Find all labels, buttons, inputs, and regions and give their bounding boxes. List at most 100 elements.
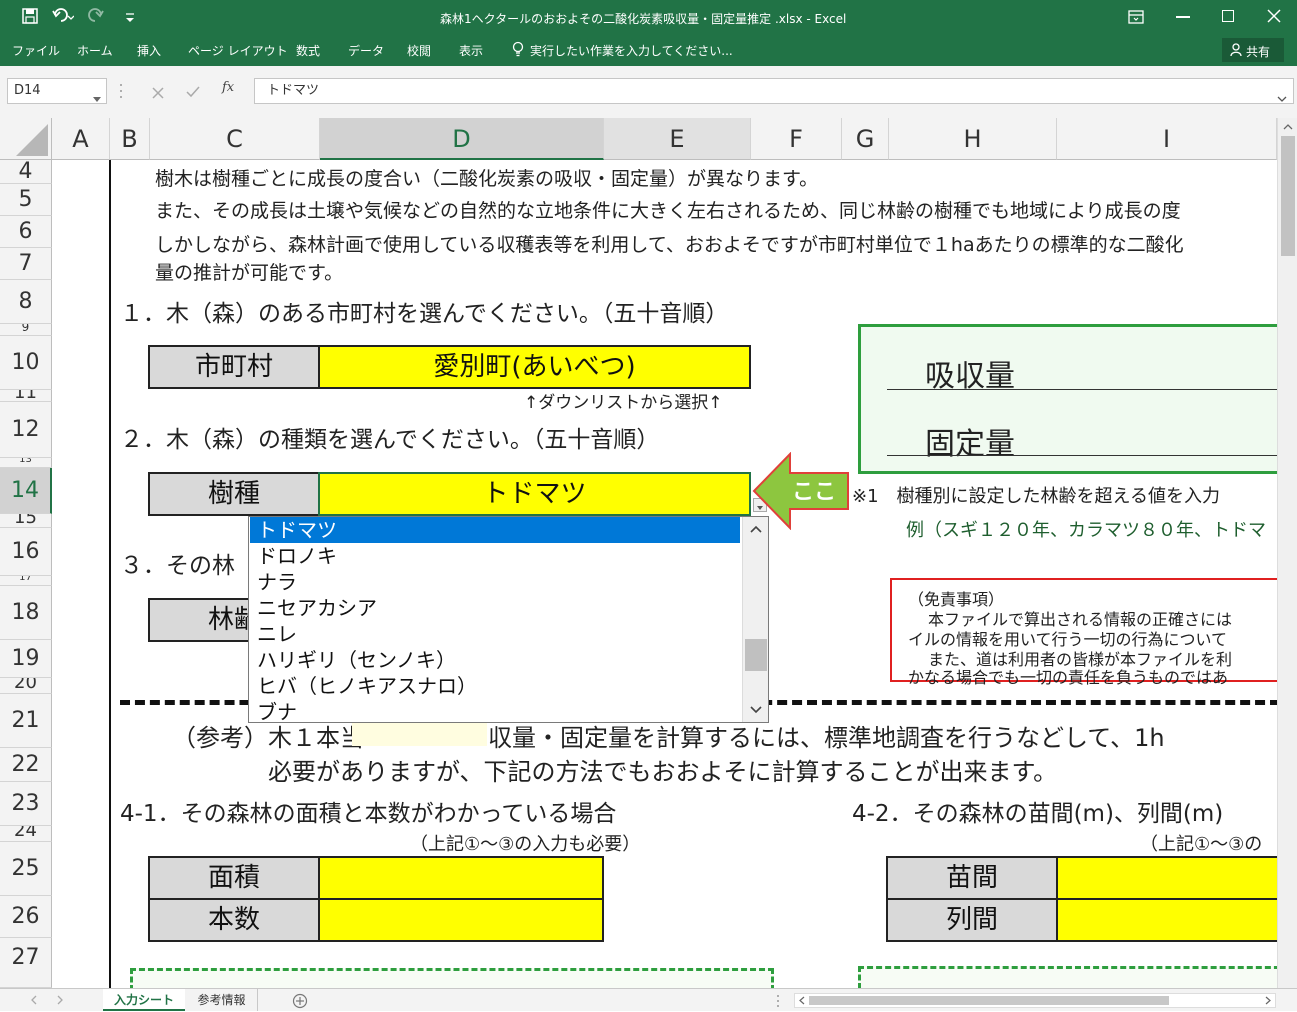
row-header-14[interactable]: 14 [0, 468, 52, 514]
row-header-6[interactable]: 6 [0, 216, 52, 248]
absorption-underline [887, 389, 1287, 390]
sheet-left-border [109, 160, 111, 988]
dropdown-item-4[interactable]: ニレ [250, 621, 740, 647]
column-header-b[interactable]: B [110, 118, 150, 160]
row-header-27[interactable]: 27 [0, 938, 52, 988]
row-header-19[interactable]: 19 [0, 640, 52, 678]
tab-prev-icon[interactable] [30, 994, 38, 1006]
row-header-11[interactable]: 11 [0, 390, 52, 402]
column-header-d[interactable]: D [320, 118, 604, 160]
step-1-heading: １．木（森）のある市町村を選んでください。（五十音順） [120, 301, 729, 327]
dropdown-item-5[interactable]: ハリギリ（センノキ） [250, 647, 740, 673]
tab-data[interactable]: データ [348, 42, 384, 59]
dropdown-scroll-thumb[interactable] [745, 639, 767, 671]
row-header-13[interactable]: 13 [0, 458, 52, 468]
municipality-select[interactable]: 愛別町(あいべつ) [318, 345, 751, 389]
intro-line-2: また、その成長は土壌や気候などの自然的な立地条件に大きく左右されるため、同じ林齢… [155, 200, 1181, 222]
tab-insert[interactable]: 挿入 [137, 42, 161, 59]
column-header-e[interactable]: E [604, 118, 751, 160]
dropdown-item-3[interactable]: ニセアカシア [250, 595, 740, 621]
dropdown-item-2[interactable]: ナラ [250, 569, 740, 595]
row-header-8[interactable]: 8 [0, 280, 52, 324]
expand-icon[interactable] [1277, 88, 1287, 102]
share-button[interactable]: 共有 [1222, 38, 1284, 62]
row-header-20[interactable]: 20 [0, 678, 52, 694]
cancel-icon[interactable] [152, 84, 164, 99]
dropdown-item-1[interactable]: ドロノキ [250, 543, 740, 569]
section-4-2-note: （上記①～③の [1140, 834, 1263, 855]
maximize-icon[interactable] [1222, 10, 1234, 22]
area-input[interactable] [318, 856, 604, 900]
seedling-spacing-input[interactable] [1056, 856, 1296, 900]
column-header-h[interactable]: H [889, 118, 1057, 160]
row-header-22[interactable]: 22 [0, 748, 52, 782]
name-box-value: D14 [14, 83, 41, 98]
add-sheet-icon[interactable] [292, 993, 308, 1009]
tab-view[interactable]: 表示 [459, 42, 483, 59]
tell-me-input[interactable]: 実行したい作業を入力してください... [530, 42, 733, 59]
note-1: ※1 樹種別に設定した林齢を超える値を入力 [852, 486, 1220, 507]
vertical-scrollbar[interactable] [1277, 118, 1297, 988]
row-header-26[interactable]: 26 [0, 896, 52, 938]
row-header-17[interactable]: 17 [0, 576, 52, 586]
row-header-16[interactable]: 16 [0, 528, 52, 576]
dropdown-item-7[interactable]: ブナ [250, 699, 740, 722]
sheet-tab-reference[interactable]: 参考情報 [186, 989, 258, 1011]
column-header-c[interactable]: C [150, 118, 320, 160]
save-icon[interactable] [22, 8, 38, 24]
undo-icon[interactable] [52, 7, 75, 25]
row-header-24[interactable]: 24 [0, 826, 52, 842]
dropdown-item-6[interactable]: ヒバ（ヒノキアスナロ） [250, 673, 740, 699]
tab-splitter-icon[interactable] [776, 994, 780, 1008]
row-header-15[interactable]: 15 [0, 514, 52, 528]
row-header-18[interactable]: 18 [0, 586, 52, 640]
results-panel: 吸収量 固定量 [858, 324, 1288, 474]
tab-page-layout[interactable]: ページ レイアウト [188, 42, 288, 59]
row-header-5[interactable]: 5 [0, 184, 52, 216]
tab-home[interactable]: ホーム [77, 42, 113, 59]
tab-formulas[interactable]: 数式 [296, 42, 320, 59]
fx-icon[interactable]: fx [222, 80, 234, 95]
minimize-icon[interactable] [1176, 16, 1190, 18]
tab-file[interactable]: ファイル [12, 42, 60, 59]
row-header-10[interactable]: 10 [0, 336, 52, 390]
tab-review[interactable]: 校閲 [407, 42, 431, 59]
horizontal-scroll-thumb[interactable] [809, 996, 1169, 1005]
count-input[interactable] [318, 898, 604, 942]
check-icon[interactable] [186, 83, 200, 98]
close-icon[interactable] [1266, 8, 1282, 24]
scroll-left-icon [799, 996, 805, 1005]
name-box[interactable]: D14 [7, 78, 107, 104]
intro-line-3: しかしながら、森林計画で使用している収穫表等を利用して、おおよそですが市町村単位… [155, 234, 1184, 256]
dropdown-scrollbar[interactable] [742, 517, 768, 722]
row-header-21[interactable]: 21 [0, 694, 52, 748]
row-spacing-input[interactable] [1056, 898, 1296, 942]
row-spacing-label: 列間 [886, 898, 1058, 942]
vertical-scroll-thumb[interactable] [1281, 136, 1295, 256]
row-header-12[interactable]: 12 [0, 402, 52, 458]
redo-icon[interactable] [86, 7, 108, 25]
column-header-i[interactable]: I [1057, 118, 1277, 160]
row-header-25[interactable]: 25 [0, 842, 52, 896]
formula-input[interactable]: トドマツ [254, 78, 1294, 104]
species-dropdown-list[interactable]: トドマツ ドロノキ ナラ ニセアカシア ニレ ハリギリ（センノキ） ヒバ（ヒノキ… [248, 516, 769, 723]
column-header-g[interactable]: G [842, 118, 889, 160]
section-4-1-heading: 4-1．その森林の面積と本数がわかっている場合 [120, 801, 617, 827]
row-header-7[interactable]: 7 [0, 248, 52, 280]
column-header-a[interactable]: A [52, 118, 110, 160]
column-header-f[interactable]: F [751, 118, 842, 160]
row-header-23[interactable]: 23 [0, 782, 52, 826]
tab-next-icon[interactable] [56, 994, 64, 1006]
horizontal-scrollbar[interactable] [794, 993, 1276, 1008]
ribbon-display-icon[interactable] [1128, 9, 1144, 24]
customize-icon[interactable] [124, 9, 136, 23]
scroll-up-icon [1283, 124, 1293, 130]
chevron-down-icon[interactable] [93, 88, 101, 102]
row-header-9[interactable]: 9 [0, 324, 52, 336]
species-select[interactable]: トドマツ [318, 472, 751, 516]
sheet-tab-input[interactable]: 入力シート [103, 989, 185, 1011]
disclaimer-box: （免責事項） 本ファイルで算出される情報の正確さには イルの情報を用いて行う一切… [890, 578, 1290, 687]
dropdown-item-0[interactable]: トドマツ [250, 517, 740, 543]
row-header-4[interactable]: 4 [0, 160, 52, 184]
select-all-corner[interactable] [0, 118, 52, 160]
